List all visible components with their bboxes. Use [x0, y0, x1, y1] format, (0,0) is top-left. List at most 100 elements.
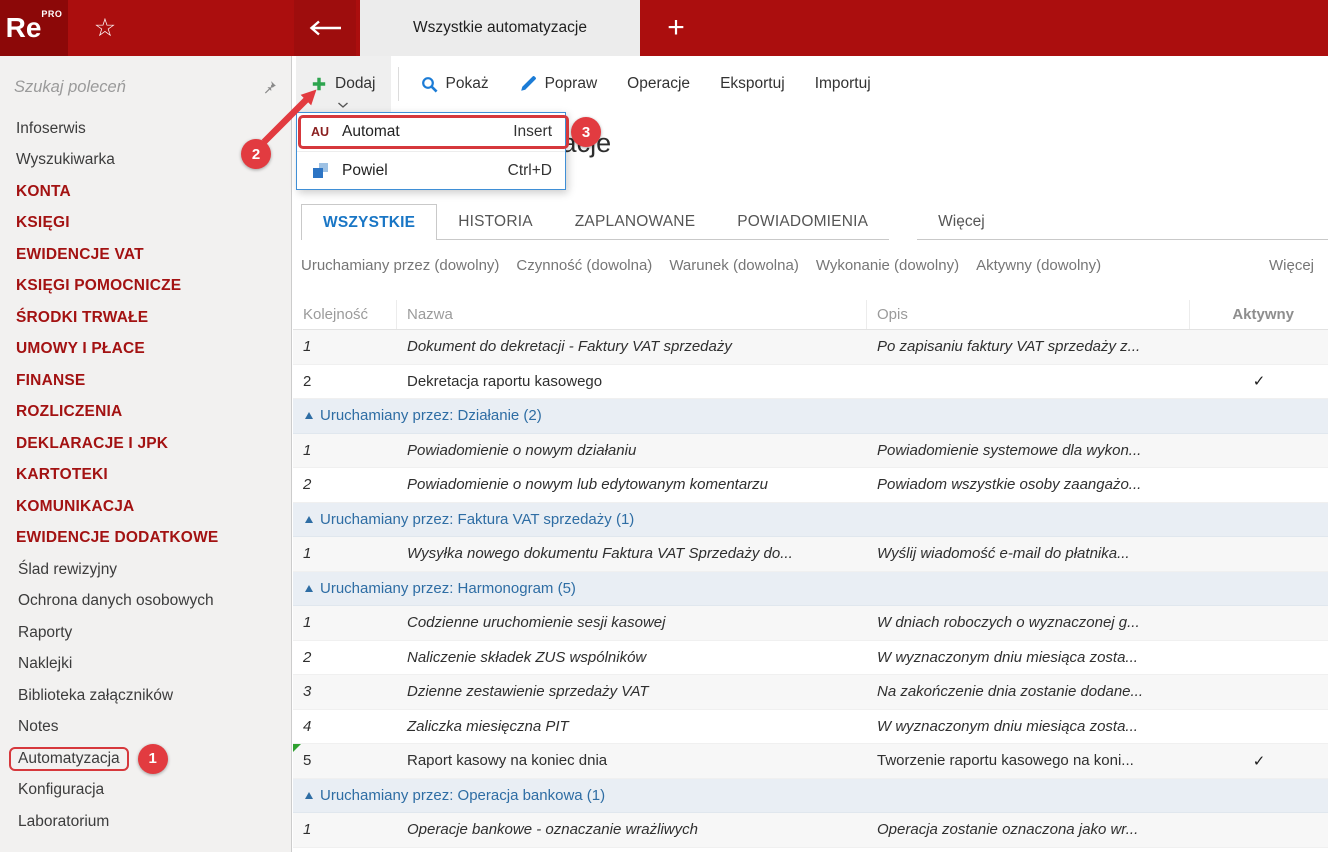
sidebar-item-label: Naklejki — [18, 655, 73, 673]
sidebar-item-rozliczenia[interactable]: ROZLICZENIA — [0, 397, 291, 429]
sidebar-item-deklaracje-i-jpk[interactable]: DEKLARACJE I JPK — [0, 428, 291, 460]
sidebar-item-notes[interactable]: Notes — [0, 712, 291, 744]
collapse-triangle-icon[interactable] — [305, 412, 313, 420]
sidebar-item-label: UMOWY I PŁACE — [16, 340, 145, 358]
new-tab-button[interactable]: + — [650, 0, 702, 56]
sidebar-item-laboratorium[interactable]: Laboratorium — [0, 806, 291, 838]
show-button-label: Pokaż — [445, 75, 489, 92]
column-header-opis[interactable]: Opis — [867, 300, 1190, 329]
tab-zaplanowane[interactable]: ZAPLANOWANE — [553, 204, 717, 240]
table-row-powiadomienie-o-nowym-lub-edytowanym-komentarzu[interactable]: 2 Powiadomienie o nowym lub edytowanym ko… — [293, 468, 1328, 503]
cell-nazwa: Operacje bankowe - oznaczanie wrażliwych — [407, 821, 698, 839]
filter-aktywny-dowolny[interactable]: Aktywny (dowolny) — [976, 257, 1101, 274]
menu-item-label: Automat — [342, 123, 400, 140]
sidebar-item-biblioteka-załączników[interactable]: Biblioteka załączników — [0, 680, 291, 712]
window-tab[interactable]: Wszystkie automatyzacje — [360, 0, 640, 56]
add-button-label: Dodaj — [335, 75, 376, 92]
sidebar-item-ewidencje-dodatkowe[interactable]: EWIDENCJE DODATKOWE — [0, 523, 291, 555]
filter-uruchamiany-przez-dowolny[interactable]: Uruchamiany przez (dowolny) — [301, 257, 499, 274]
sidebar-item-label: KOMUNIKACJA — [16, 497, 135, 515]
cell-nazwa: Dokument do dekretacji - Faktury VAT spr… — [407, 338, 732, 356]
add-button[interactable]: Dodaj — [296, 56, 391, 112]
back-arrow-icon[interactable] — [294, 0, 356, 56]
table-row-wysyłka-nowego-dokumentu-faktura-vat-sprzedaży-do[interactable]: 1 Wysyłka nowego dokumentu Faktura VAT Sp… — [293, 537, 1328, 572]
collapse-triangle-icon[interactable] — [305, 791, 313, 799]
menu-item-powiel[interactable]: Powiel Ctrl+D — [297, 151, 565, 189]
sidebar-item-komunikacja[interactable]: KOMUNIKACJA — [0, 491, 291, 523]
group-row-uruchamiany-przez-działanie-2[interactable]: Uruchamiany przez: Działanie (2) — [293, 399, 1328, 434]
sidebar-item-infoserwis[interactable]: Infoserwis — [0, 113, 291, 145]
import-button[interactable]: Importuj — [800, 56, 886, 112]
tabs-filler — [1005, 204, 1328, 240]
edit-button[interactable]: Popraw — [504, 56, 613, 112]
search-input[interactable]: Szukaj poleceń — [14, 78, 262, 97]
pin-icon[interactable] — [262, 80, 277, 95]
annotation-step-2: 2 — [241, 139, 271, 169]
column-header-aktywny[interactable]: Aktywny — [1190, 300, 1328, 329]
column-header-nazwa[interactable]: Nazwa — [397, 300, 867, 329]
sidebar-item-księgi[interactable]: KSIĘGI — [0, 208, 291, 240]
table-row-dekretacja-raportu-kasowego[interactable]: 2 Dekretacja raportu kasowego ✓ — [293, 364, 1328, 399]
sidebar-item-ewidencje-vat[interactable]: EWIDENCJE VAT — [0, 239, 291, 271]
filter-wykonanie-dowolny[interactable]: Wykonanie (dowolny) — [816, 257, 959, 274]
menu-item-automat[interactable]: AU Automat Insert — [297, 113, 569, 151]
table-row-dokument-do-dekretacji-faktury-vat-sprzedaży[interactable]: 1 Dokument do dekretacji - Faktury VAT sp… — [293, 330, 1328, 365]
sidebar-item-ochrona-danych-osobowych[interactable]: Ochrona danych osobowych — [0, 586, 291, 618]
cell-opis: W wyznaczonym dniu miesiąca zosta... — [877, 717, 1138, 735]
collapse-triangle-icon[interactable] — [305, 584, 313, 592]
cell-nazwa: Raport kasowy na koniec dnia — [407, 752, 608, 770]
sidebar-item-kartoteki[interactable]: KARTOTEKI — [0, 460, 291, 492]
sidebar-item-label: Ochrona danych osobowych — [18, 592, 214, 610]
group-row-uruchamiany-przez-operacja-bankowa-1[interactable]: Uruchamiany przez: Operacja bankowa (1) — [293, 778, 1328, 813]
sidebar-item-naklejki[interactable]: Naklejki — [0, 649, 291, 681]
table-header: Kolejność Nazwa Opis Aktywny — [293, 300, 1328, 330]
cell-kolejnosc: 1 — [303, 821, 312, 839]
sidebar-item-finanse[interactable]: FINANSE — [0, 365, 291, 397]
cell-kolejnosc: 1 — [303, 614, 312, 632]
filter-warunek-dowolna[interactable]: Warunek (dowolna) — [669, 257, 799, 274]
collapse-triangle-icon[interactable] — [305, 515, 313, 523]
operations-button[interactable]: Operacje — [612, 56, 705, 112]
table-row-zaliczka-miesięczna-pit[interactable]: 4 Zaliczka miesięczna PIT W wyznaczonym dn… — [293, 709, 1328, 744]
group-row-uruchamiany-przez-harmonogram-5[interactable]: Uruchamiany przez: Harmonogram (5) — [293, 571, 1328, 606]
tab-historia[interactable]: HISTORIA — [437, 204, 554, 240]
favorites-star-icon[interactable]: ☆ — [84, 0, 126, 56]
sidebar-item-konfiguracja[interactable]: Konfiguracja — [0, 775, 291, 807]
table-row-naliczenie-składek-zus-wspólników[interactable]: 2 Naliczenie składek ZUS wspólników W wyzn… — [293, 640, 1328, 675]
sidebar-item-konta[interactable]: KONTA — [0, 176, 291, 208]
sidebar-item-label: FINANSE — [16, 371, 86, 389]
group-label: Uruchamiany przez: Działanie (2) — [320, 407, 542, 425]
filter-więcej[interactable]: Więcej — [1269, 257, 1314, 274]
app-logo[interactable]: Re PRO — [0, 0, 68, 56]
cell-kolejnosc: 4 — [303, 717, 312, 735]
edit-button-label: Popraw — [544, 75, 598, 92]
table-row-powiadomienie-o-nowym-działaniu[interactable]: 1 Powiadomienie o nowym działaniu Powiadom… — [293, 433, 1328, 468]
cell-kolejnosc: 1 — [303, 338, 312, 356]
group-row-uruchamiany-przez-faktura-vat-sprzedaży-1[interactable]: Uruchamiany przez: Faktura VAT sprzedaży… — [293, 502, 1328, 537]
cell-opis: Na zakończenie dnia zostanie dodane... — [877, 683, 1144, 701]
tab-wszystkie[interactable]: WSZYSTKIE — [301, 204, 438, 240]
sidebar-item-księgi-pomocnicze[interactable]: KSIĘGI POMOCNICZE — [0, 271, 291, 303]
sidebar-item-umowy-i-płace[interactable]: UMOWY I PŁACE — [0, 334, 291, 366]
sidebar-item-ślad-rewizyjny[interactable]: Ślad rewizyjny — [0, 554, 291, 586]
tab-więcej[interactable]: Więcej — [917, 204, 1006, 240]
export-button[interactable]: Eksportuj — [705, 56, 800, 112]
tab-powiadomienia[interactable]: POWIADOMIENIA — [716, 204, 890, 240]
table-row-codzienne-uruchomienie-sesji-kasowej[interactable]: 1 Codzienne uruchomienie sesji kasowej W d… — [293, 606, 1328, 641]
table-row-raport-kasowy-na-koniec-dnia[interactable]: 5 Raport kasowy na koniec dnia Tworzenie r… — [293, 744, 1328, 779]
filter-czynność-dowolna[interactable]: Czynność (dowolna) — [516, 257, 652, 274]
table-row-dzienne-zestawienie-sprzedaży-vat[interactable]: 3 Dzienne zestawienie sprzedaży VAT Na zak… — [293, 675, 1328, 710]
sidebar-item-raporty[interactable]: Raporty — [0, 617, 291, 649]
topbar: Re PRO ☆ Wszystkie automatyzacje + — [0, 0, 1328, 56]
table-row-operacje-bankowe-oznaczanie-wrażliwych[interactable]: 1 Operacje bankowe - oznaczanie wrażliwyc… — [293, 813, 1328, 848]
sidebar-item-automatyzacja[interactable]: Automatyzacja 1 — [0, 743, 291, 775]
sidebar-item-środki-trwałe[interactable]: ŚRODKI TRWAŁE — [0, 302, 291, 334]
show-button[interactable]: Pokaż — [406, 56, 504, 112]
add-dropdown-menu: AU Automat Insert Powiel Ctrl+D — [296, 112, 569, 190]
cell-kolejnosc: 1 — [303, 441, 312, 459]
cell-nazwa: Wysyłka nowego dokumentu Faktura VAT Spr… — [407, 545, 793, 563]
plus-icon — [312, 77, 326, 91]
sidebar-item-label: Konfiguracja — [18, 781, 105, 799]
column-header-kolejność[interactable]: Kolejność — [293, 300, 397, 329]
cell-nazwa: Powiadomienie o nowym lub edytowanym kom… — [407, 476, 769, 494]
